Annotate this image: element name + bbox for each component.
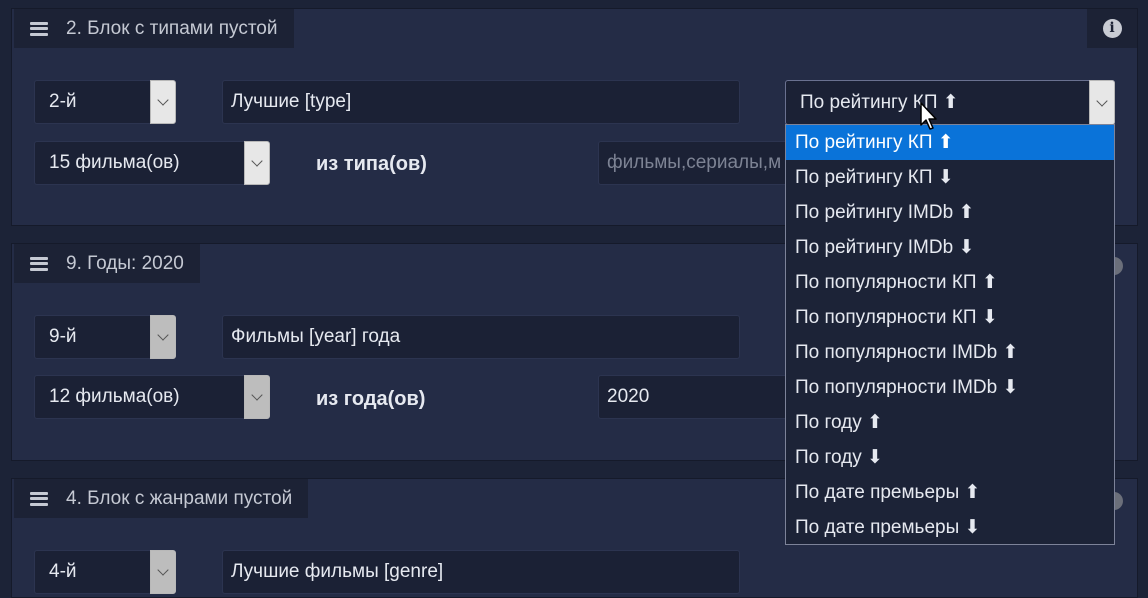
heading-input[interactable]: Лучшие [type] <box>222 80 740 124</box>
sort-option[interactable]: По популярности КП ⬆ <box>786 265 1114 300</box>
chevron-down-icon <box>251 155 263 167</box>
chevron-down-icon <box>1096 94 1108 107</box>
from-years-label: из года(ов) <box>316 388 426 410</box>
heading-value: Лучшие фильмы [genre] <box>231 561 444 582</box>
types-filter-placeholder: фильмы,сериалы,м <box>607 152 782 173</box>
heading-input[interactable]: Лучшие фильмы [genre] <box>222 550 740 594</box>
dropdown-button[interactable] <box>1089 80 1115 125</box>
heading-value: Фильмы [year] года <box>231 326 401 347</box>
sort-option[interactable]: По популярности IMDb ⬇ <box>786 370 1114 405</box>
block-header[interactable]: 4. Блок с жанрами пустой <box>14 479 309 518</box>
sort-option[interactable]: По рейтингу IMDb ⬇ <box>786 230 1114 265</box>
hamburger-icon[interactable] <box>30 256 48 271</box>
hamburger-icon[interactable] <box>30 491 48 506</box>
chevron-down-icon <box>157 564 169 576</box>
position-select[interactable]: 9-й <box>34 315 176 359</box>
dropdown-button[interactable] <box>244 141 270 185</box>
sort-option[interactable]: По рейтингу КП ⬇ <box>786 160 1114 195</box>
count-select[interactable]: 12 фильма(ов) <box>34 375 270 419</box>
position-select[interactable]: 2-й <box>34 80 176 124</box>
dropdown-button[interactable] <box>150 315 176 359</box>
types-filter-input[interactable]: фильмы,сериалы,м <box>598 141 798 185</box>
sort-option[interactable]: По дате премьеры ⬇ <box>786 510 1114 545</box>
from-types-label: из типа(ов) <box>316 153 427 175</box>
dropdown-button[interactable] <box>150 550 176 594</box>
sort-option[interactable]: По году ⬇ <box>786 440 1114 475</box>
count-value: 15 фильма(ов) <box>49 152 180 173</box>
mouse-pointer-icon <box>920 102 937 130</box>
info-icon: i <box>1102 19 1122 38</box>
sort-option[interactable]: По дате премьеры ⬆ <box>786 475 1114 510</box>
chevron-down-icon <box>251 389 263 401</box>
block-title: 2. Блок с типами пустой <box>66 17 278 39</box>
hamburger-icon[interactable] <box>30 21 48 36</box>
count-select[interactable]: 15 фильма(ов) <box>34 141 270 185</box>
chevron-down-icon <box>157 94 169 106</box>
sort-option[interactable]: По популярности IMDb ⬆ <box>786 335 1114 370</box>
block-title: 9. Годы: 2020 <box>66 252 184 274</box>
position-value: 9-й <box>49 326 77 347</box>
years-filter-value: 2020 <box>607 386 650 407</box>
dropdown-button[interactable] <box>150 80 176 124</box>
sort-dropdown-list: По рейтингу КП ⬆ По рейтингу КП ⬇ По рей… <box>785 124 1115 545</box>
block-title: 4. Блок с жанрами пустой <box>66 487 293 509</box>
position-select[interactable]: 4-й <box>34 550 176 594</box>
block-header[interactable]: 2. Блок с типами пустой <box>14 9 294 48</box>
heading-value: Лучшие [type] <box>231 91 352 112</box>
count-value: 12 фильма(ов) <box>49 386 180 407</box>
position-value: 4-й <box>49 561 77 582</box>
position-value: 2-й <box>49 91 77 112</box>
years-filter-input[interactable]: 2020 <box>598 375 798 419</box>
sort-option[interactable]: По популярности КП ⬇ <box>786 300 1114 335</box>
sort-option[interactable]: По рейтингу IMDb ⬆ <box>786 195 1114 230</box>
chevron-down-icon <box>157 329 169 341</box>
sort-option[interactable]: По рейтингу КП ⬆ <box>786 125 1114 160</box>
dropdown-button[interactable] <box>244 375 270 419</box>
info-button[interactable]: i <box>1087 9 1137 48</box>
sort-select[interactable]: По рейтингу КП ⬆ <box>785 80 1115 125</box>
sort-option[interactable]: По году ⬆ <box>786 405 1114 440</box>
block-header[interactable]: 9. Годы: 2020 <box>14 244 200 283</box>
heading-input[interactable]: Фильмы [year] года <box>222 315 740 359</box>
